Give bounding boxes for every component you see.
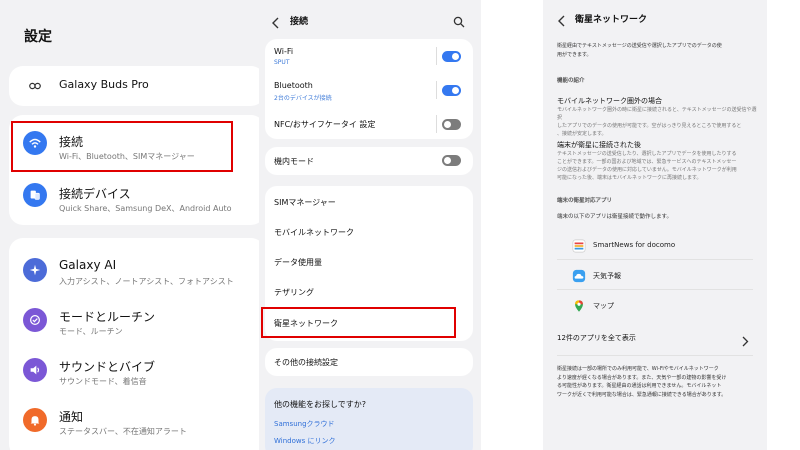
settings-panel: 設定 Galaxy Buds Pro 接続 Wi-Fi、Bluetooth、SI… [0,0,260,450]
app-row-maps[interactable]: マップ [543,294,767,318]
galaxy-ai-label: Galaxy AI [59,258,117,272]
sparkle-icon [23,258,47,282]
link-to-windows-link[interactable]: Windows にリンク [274,436,335,446]
features-card: Galaxy AI 入力アシスト、ノートアシスト、フォトアシスト モードとルーチ… [9,238,260,450]
show-all-apps-row[interactable]: 12件のアプリを全て表示 [543,327,767,349]
wifi-label: Wi-Fi [274,47,294,56]
app-name-smartnews: SmartNews for docomo [593,241,676,249]
satellite-title: 衛星ネットワーク [575,15,648,25]
suggestions-card: 他の機能をお探しですか? Samsungクラウド Windows にリンク [265,388,473,450]
connections-panel: 接続 Wi-Fi SPUT Bluetooth 2台のデバイスが接続 NFC/お… [259,0,481,450]
notifications-subtitle: ステータスバー、不在通知アラート [59,427,187,436]
app-row-smartnews[interactable]: SmartNews for docomo [543,234,767,258]
data-usage-item[interactable]: データ使用量 [274,257,322,268]
connected-title: 端末が衛星に接続された後 [557,141,641,149]
maps-icon [569,296,589,316]
notifications-label: 通知 [59,410,84,424]
wifi-icon [23,131,47,155]
intro-text: 衛星経由でテキストメッセージの送受信や選択したアプリでのデータの使 用ができます… [557,43,722,58]
bluetooth-row[interactable]: Bluetooth 2台のデバイスが接続 [265,73,473,107]
back-icon[interactable] [557,12,567,31]
wifi-subtitle: SPUT [274,59,290,66]
app-row-weather[interactable]: 天気予報 [543,264,767,288]
airplane-card: 機内モード [265,147,473,175]
bluetooth-toggle[interactable] [442,85,461,96]
settings-item-sound[interactable]: サウンドとバイブ サウンドモード、着信音 [9,346,260,396]
app-name-maps: マップ [593,302,614,310]
back-icon[interactable] [271,14,281,33]
devices-icon [23,183,47,207]
check-circle-icon [23,308,47,332]
connections-label: 接続 [59,135,84,149]
buds-card[interactable]: Galaxy Buds Pro [9,66,260,106]
modes-label: モードとルーチン [59,310,156,324]
galaxy-ai-subtitle: 入力アシスト、ノートアシスト、フォトアシスト [59,277,234,286]
other-settings-item[interactable]: その他の接続設定 [274,357,338,368]
airplane-toggle[interactable] [442,155,461,166]
wifi-row[interactable]: Wi-Fi SPUT [265,39,473,73]
connections-header: 接続 [259,0,481,40]
out-of-range-text: モバイルネットワーク圏外の時に衛星に接続されると、テキストメッセージの送受信や選… [557,107,757,137]
nfc-toggle[interactable] [442,119,461,130]
apps-heading: 端末の衛星対応アプリ [557,198,613,204]
settings-item-connected-devices[interactable]: 接続デバイス Quick Share、Samsung DeX、Android A… [9,171,260,221]
samsung-cloud-link[interactable]: Samsungクラウド [274,419,335,429]
sim-manager-item[interactable]: SIMマネージャー [274,197,336,208]
network-card: SIMマネージャー モバイルネットワーク データ使用量 テザリング 衛星ネットワ… [265,186,473,341]
chevron-right-icon [741,332,749,351]
connected-text: テキストメッセージの送受信したり、選択したアプリでデータを使用したりする ことが… [557,151,737,181]
connected-devices-label: 接続デバイス [59,187,131,201]
buds-label: Galaxy Buds Pro [59,78,149,91]
volume-icon [23,358,47,382]
other-card: その他の接続設定 [265,348,473,376]
feature-heading: 機能の紹介 [557,78,585,84]
apps-description: 端末の以下のアプリは衛星接続で動作します。 [557,214,672,220]
show-all-apps-label: 12件のアプリを全て表示 [557,334,636,342]
satellite-panel: 衛星ネットワーク 衛星経由でテキストメッセージの送受信や選択したアプリでのデータ… [543,0,767,450]
airplane-label: 機内モード [274,157,314,166]
bluetooth-label: Bluetooth [274,81,313,90]
connections-title: 接続 [290,17,309,27]
connected-devices-subtitle: Quick Share、Samsung DeX、Android Auto [59,204,232,213]
connections-subtitle: Wi-Fi、Bluetooth、SIMマネージャー [59,152,195,161]
modes-subtitle: モード、ルーチン [59,327,123,336]
sound-label: サウンドとバイブ [59,360,156,374]
nfc-row[interactable]: NFC/おサイフケータイ 設定 [265,107,473,139]
earbuds-icon [23,74,47,98]
search-icon[interactable] [453,13,465,32]
airplane-row[interactable]: 機内モード [265,147,473,175]
out-of-range-title: モバイルネットワーク圏外の場合 [557,97,662,105]
suggestions-title: 他の機能をお探しですか? [274,400,367,409]
sound-subtitle: サウンドモード、着信音 [59,377,147,386]
settings-item-connections[interactable]: 接続 Wi-Fi、Bluetooth、SIMマネージャー [9,119,260,169]
satellite-network-item[interactable]: 衛星ネットワーク [274,318,338,329]
bell-icon [23,408,47,432]
settings-item-notifications[interactable]: 通知 ステータスバー、不在通知アラート [9,396,260,446]
nfc-label: NFC/おサイフケータイ 設定 [274,120,376,129]
weather-icon [569,266,589,286]
toggles-card: Wi-Fi SPUT Bluetooth 2台のデバイスが接続 NFC/おサイフ… [265,39,473,139]
tethering-item[interactable]: テザリング [274,287,314,298]
satellite-note: 衛星接続は一部の場所でのみ利用可能で、Wi-Fiやモバイルネットワーク より速度… [557,366,727,398]
settings-item-modes[interactable]: モードとルーチン モード、ルーチン [9,296,260,346]
connections-card: 接続 Wi-Fi、Bluetooth、SIMマネージャー 接続デバイス Quic… [9,115,260,225]
wifi-toggle[interactable] [442,51,461,62]
smartnews-icon [569,236,589,256]
bluetooth-subtitle: 2台のデバイスが接続 [274,95,332,102]
mobile-network-item[interactable]: モバイルネットワーク [274,227,354,238]
page-title: 設定 [24,29,52,45]
app-name-weather: 天気予報 [593,272,621,280]
settings-item-galaxy-ai[interactable]: Galaxy AI 入力アシスト、ノートアシスト、フォトアシスト [9,246,260,296]
